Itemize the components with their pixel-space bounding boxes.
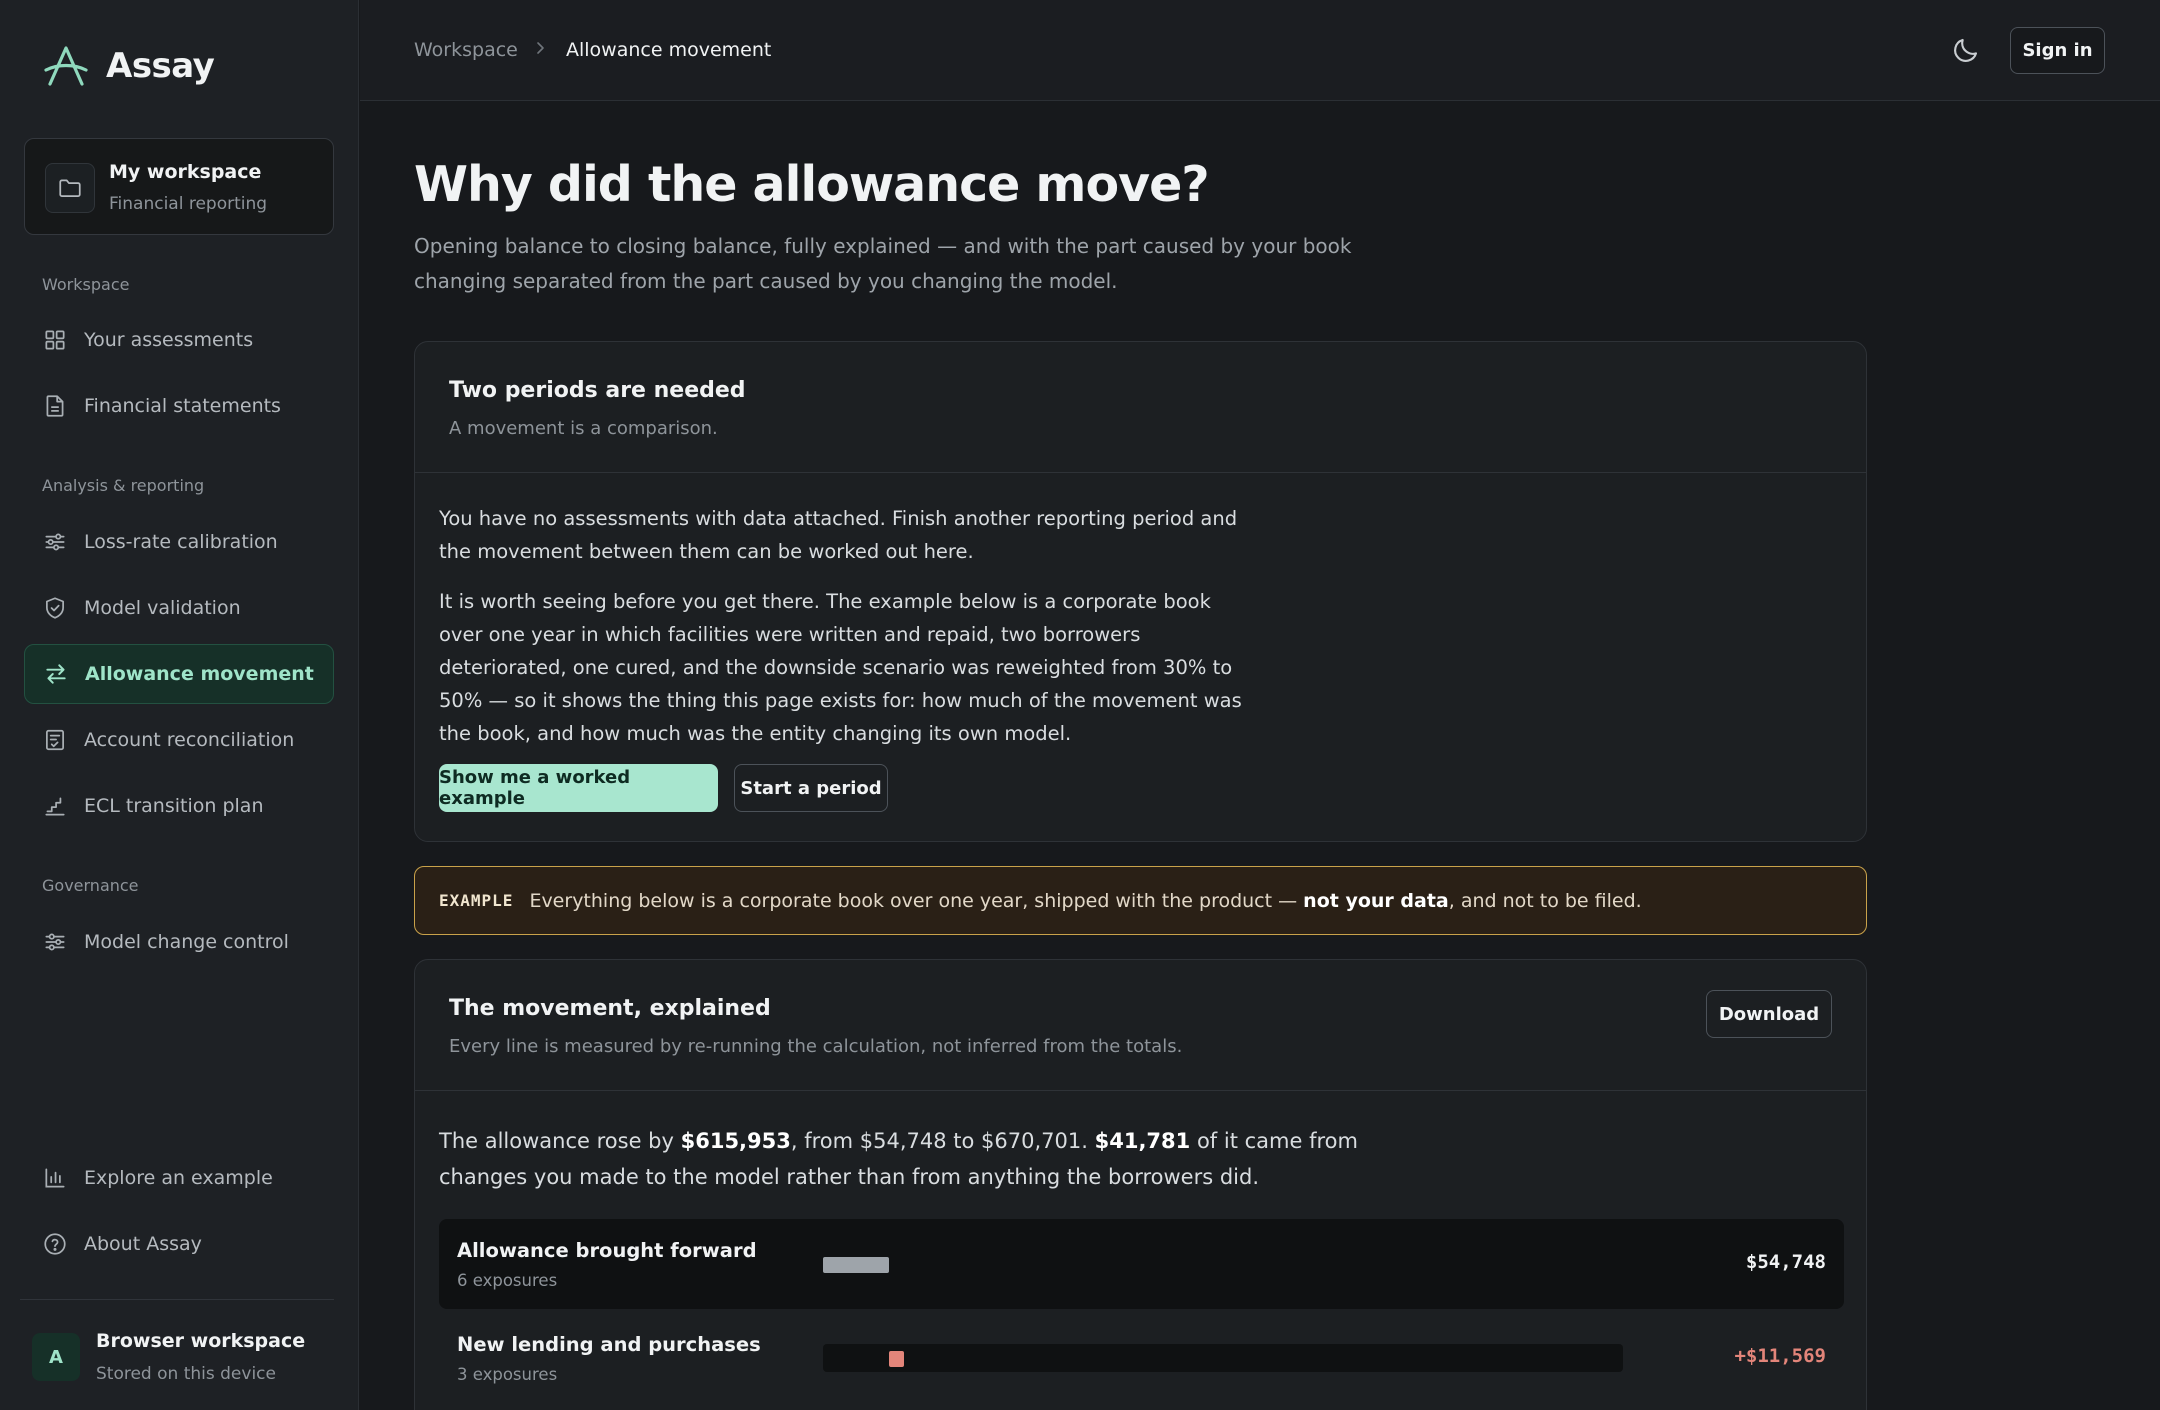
row-bar: [823, 1257, 889, 1273]
example-banner: EXAMPLE Everything below is a corporate …: [414, 866, 1867, 935]
periods-card-header: Two periods are needed A movement is a c…: [415, 342, 1866, 473]
sidebar-item-label: ECL transition plan: [84, 795, 264, 817]
row-bar-track: [823, 1250, 1623, 1278]
banner-text: Everything below is a corporate book ove…: [529, 889, 1642, 912]
sidebar-item-explore-example[interactable]: Explore an example: [24, 1148, 334, 1208]
sign-in-button[interactable]: Sign in: [2010, 27, 2105, 74]
sidebar-item-account-reconciliation[interactable]: Account reconciliation: [24, 710, 334, 770]
page-title: Why did the allowance move?: [414, 156, 1210, 213]
sliders-icon: [45, 933, 65, 951]
breadcrumb-current: Allowance movement: [566, 39, 772, 61]
download-button[interactable]: Download: [1706, 990, 1832, 1038]
sidebar-item-label: Explore an example: [84, 1167, 273, 1189]
grid-icon: [45, 330, 65, 350]
movement-card: The movement, explained Every line is me…: [414, 959, 1867, 1410]
sidebar-item-label: Model change control: [84, 931, 289, 953]
avatar[interactable]: A: [32, 1333, 80, 1381]
sidebar-item-label: Loss-rate calibration: [84, 531, 278, 553]
bar-chart-icon: [45, 1168, 65, 1188]
chevron-right-icon: [537, 42, 544, 54]
stairs-icon: [45, 797, 65, 816]
row-label: Allowance brought forward: [457, 1239, 757, 1262]
periods-card-subtitle: A movement is a comparison.: [449, 418, 718, 439]
sidebar-item-model-validation[interactable]: Model validation: [24, 578, 334, 638]
app-logo[interactable]: Assay: [44, 44, 215, 88]
movement-card-title: The movement, explained: [449, 996, 771, 1021]
row-subtitle: 6 exposures: [457, 1271, 558, 1290]
movement-card-subtitle: Every line is measured by re-running the…: [449, 1036, 1183, 1057]
arrows-swap-icon: [46, 664, 66, 684]
sidebar: Assay My workspace Financial reporting W…: [0, 0, 359, 1410]
movement-row-new-lending: New lending and purchases 3 exposures +$…: [439, 1313, 1844, 1403]
start-period-button[interactable]: Start a period: [734, 764, 888, 812]
row-subtitle: 3 exposures: [457, 1365, 558, 1384]
user-name: Browser workspace: [96, 1330, 306, 1352]
movement-summary: The allowance rose by $615,953, from $54…: [439, 1129, 1358, 1189]
sidebar-item-your-assessments[interactable]: Your assessments: [24, 310, 334, 370]
breadcrumb-workspace[interactable]: Workspace: [414, 39, 518, 61]
row-label: New lending and purchases: [457, 1333, 761, 1356]
sliders-icon: [45, 533, 65, 551]
nav-section-analysis: Analysis & reporting: [42, 476, 205, 495]
app-name: Assay: [106, 46, 215, 86]
periods-card-text-2: It is worth seeing before you get there.…: [439, 590, 1242, 745]
shield-check-icon: [46, 597, 64, 619]
checklist-icon: [46, 729, 64, 751]
help-circle-icon: [44, 1233, 66, 1255]
sidebar-item-label: Account reconciliation: [84, 729, 295, 751]
periods-card-title: Two periods are needed: [449, 378, 746, 403]
sidebar-item-label: Model validation: [84, 597, 241, 619]
sidebar-item-label: Financial statements: [84, 395, 281, 417]
row-bar-track: [823, 1344, 1623, 1372]
periods-card: Two periods are needed A movement is a c…: [414, 341, 1867, 842]
row-value: $54,748: [1745, 1251, 1826, 1273]
sidebar-item-financial-statements[interactable]: Financial statements: [24, 376, 334, 436]
nav-section-workspace: Workspace: [42, 275, 130, 294]
row-value: +$11,569: [1734, 1345, 1826, 1367]
folder-icon: [45, 163, 95, 213]
nav-section-governance: Governance: [42, 876, 139, 895]
sidebar-item-label: Your assessments: [84, 329, 254, 351]
user-subtitle: Stored on this device: [96, 1364, 276, 1384]
periods-card-text-1: You have no assessments with data attach…: [439, 507, 1238, 563]
movement-card-header: The movement, explained Every line is me…: [415, 960, 1866, 1091]
sidebar-item-label: About Assay: [84, 1233, 202, 1255]
sidebar-item-label: Allowance movement: [85, 663, 314, 685]
top-bar: Workspace Allowance movement Sign in: [360, 0, 2160, 101]
movement-row-brought-forward: Allowance brought forward 6 exposures $5…: [439, 1219, 1844, 1309]
assay-logo-icon: [44, 46, 88, 86]
sidebar-item-loss-rate-calibration[interactable]: Loss-rate calibration: [24, 512, 334, 572]
workspace-title: My workspace: [109, 161, 262, 183]
workspace-subtitle: Financial reporting: [109, 194, 268, 214]
example-tag: EXAMPLE: [439, 891, 514, 910]
row-bar: [889, 1351, 904, 1367]
sidebar-item-model-change-control[interactable]: Model change control: [24, 912, 334, 972]
sidebar-item-ecl-transition-plan[interactable]: ECL transition plan: [24, 776, 334, 836]
sidebar-divider: [20, 1299, 334, 1300]
moon-icon[interactable]: [1950, 34, 1982, 66]
sidebar-item-about[interactable]: About Assay: [24, 1214, 334, 1274]
page-subtitle: Opening balance to closing balance, full…: [414, 234, 1352, 293]
worked-example-button[interactable]: Show me a worked example: [439, 764, 718, 812]
document-icon: [46, 395, 64, 417]
sidebar-item-allowance-movement[interactable]: Allowance movement: [24, 644, 334, 704]
workspace-switcher[interactable]: My workspace Financial reporting: [24, 138, 334, 235]
